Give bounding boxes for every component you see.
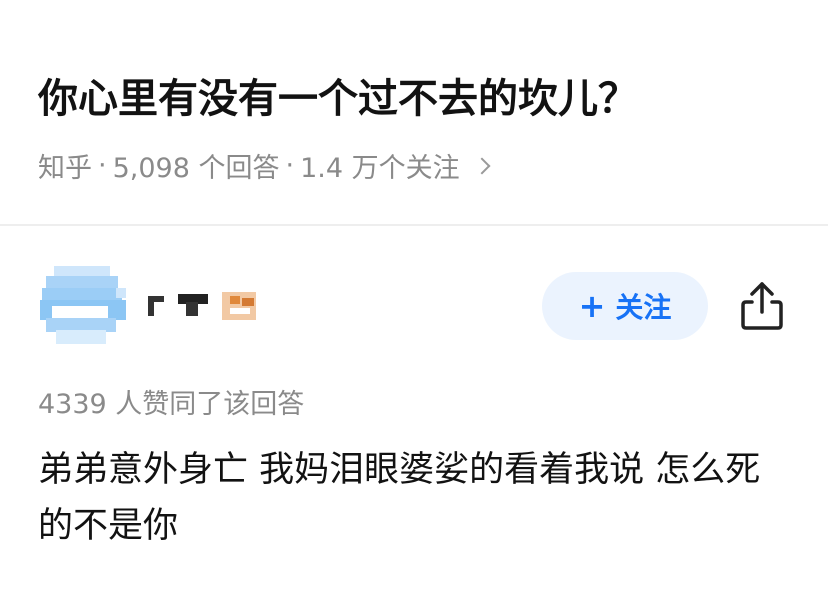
answer-count: 5,098 个回答: [112, 153, 280, 184]
page: 你心里有没有一个过不去的坎儿？ 知乎 · 5,098 个回答 · 1.4 万个关…: [0, 0, 828, 592]
follower-count: 1.4 万个关注: [300, 153, 460, 184]
question-meta[interactable]: 知乎 · 5,098 个回答 · 1.4 万个关注: [38, 146, 491, 185]
avatar[interactable]: [40, 266, 126, 346]
upvote-count: 4339 人赞同了该回答: [38, 389, 305, 420]
follow-label: 关注: [615, 291, 672, 324]
follow-button[interactable]: + 关注: [542, 272, 708, 340]
question-card[interactable]: 你心里有没有一个过不去的坎儿？ 知乎 · 5,098 个回答 · 1.4 万个关…: [0, 0, 828, 222]
answer-body[interactable]: 弟弟意外身亡 我妈泪眼婆娑的看着我说 怎么死的不是你: [38, 442, 786, 554]
question-title[interactable]: 你心里有没有一个过不去的坎儿？: [38, 66, 638, 124]
share-icon[interactable]: [738, 280, 786, 332]
meta-separator: ·: [98, 150, 107, 181]
answer-card: + 关注 4339 人赞同了该回答 弟弟意外身亡 我妈泪眼婆娑的看着我说 怎么死…: [0, 226, 828, 592]
author-name-pixelated[interactable]: [146, 292, 268, 324]
plus-icon: +: [578, 287, 606, 325]
source-label: 知乎: [38, 153, 92, 184]
meta-separator: ·: [285, 150, 295, 181]
chevron-right-icon[interactable]: [473, 157, 491, 174]
